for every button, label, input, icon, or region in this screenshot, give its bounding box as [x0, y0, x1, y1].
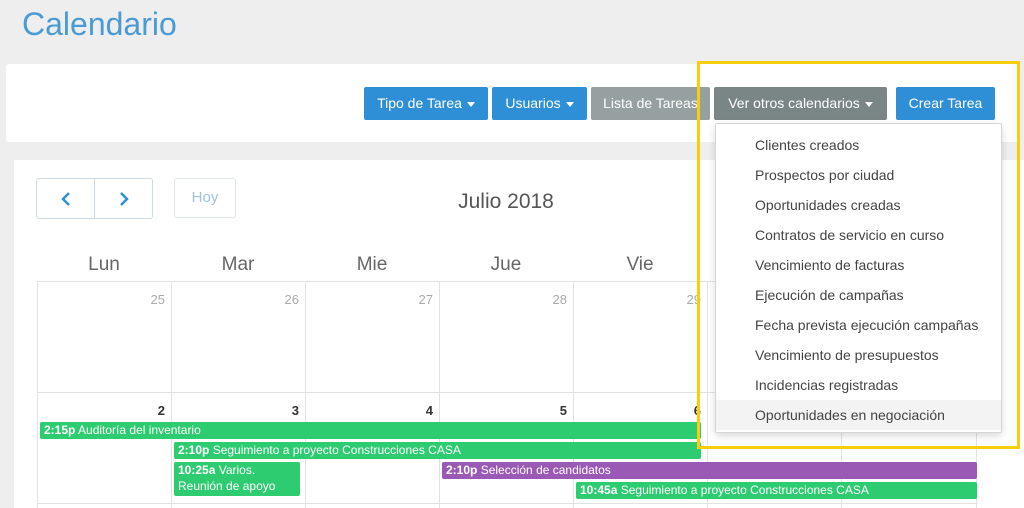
task-type-label: Tipo de Tarea	[377, 95, 462, 111]
day-number[interactable]: 2	[135, 403, 165, 418]
menu-item-fecha-prevista-campanas[interactable]: Fecha prevista ejecución campañas	[716, 310, 1001, 340]
users-label: Usuarios	[505, 95, 561, 111]
day-number[interactable]: 4	[403, 403, 433, 418]
menu-item-incidencias[interactable]: Incidencias registradas	[716, 370, 1001, 400]
day-number[interactable]: 25	[135, 292, 165, 307]
menu-item-ejecucion-campanas[interactable]: Ejecución de campañas	[716, 280, 1001, 310]
menu-item-prospectos-ciudad[interactable]: Prospectos por ciudad	[716, 160, 1001, 190]
day-number[interactable]: 5	[537, 403, 567, 418]
create-task-button[interactable]: Crear Tarea	[896, 87, 995, 120]
event-title: Varios.	[218, 463, 256, 477]
event-title-line2: Reunión de apoyo	[178, 479, 276, 493]
calendar-nav	[36, 178, 153, 219]
task-list-button[interactable]: Lista de Tareas	[591, 87, 710, 120]
event-time: 2:15p	[44, 423, 76, 437]
other-calendars-menu: Clientes creados Prospectos por ciudad O…	[715, 123, 1002, 433]
prev-month-button[interactable]	[37, 179, 94, 218]
day-number[interactable]: 29	[671, 292, 701, 307]
users-button[interactable]: Usuarios	[492, 87, 587, 120]
menu-item-clientes-creados[interactable]: Clientes creados	[716, 130, 1001, 160]
day-number[interactable]: 26	[269, 292, 299, 307]
event-title: Seguimiento a proyecto Construcciones CA…	[620, 483, 869, 497]
menu-item-oportunidades-negociacion[interactable]: Oportunidades en negociación	[716, 400, 1001, 430]
chevron-right-icon	[119, 191, 129, 206]
weekday-header: Vie	[626, 254, 654, 275]
menu-item-vencimiento-presupuestos[interactable]: Vencimiento de presupuestos	[716, 340, 1001, 370]
create-task-label: Crear Tarea	[908, 95, 983, 111]
day-number[interactable]: 3	[269, 403, 299, 418]
menu-item-contratos-servicio[interactable]: Contratos de servicio en curso	[716, 220, 1001, 250]
calendar-event[interactable]: 2:10p Selección de candidatos	[442, 462, 977, 479]
event-title: Auditoría del inventario	[78, 423, 201, 437]
weekday-header: Mar	[221, 254, 255, 275]
next-month-button[interactable]	[94, 179, 152, 218]
weekday-header: Mie	[356, 254, 388, 275]
grid-line	[305, 282, 306, 508]
grid-line	[171, 282, 172, 508]
page-title: Calendario	[22, 6, 177, 42]
event-time: 10:25a	[178, 463, 216, 477]
grid-line	[38, 503, 978, 504]
event-title: Selección de candidatos	[480, 463, 611, 477]
day-number[interactable]: 6	[671, 403, 701, 418]
grid-line	[439, 282, 440, 508]
other-calendars-button[interactable]: Ver otros calendarios	[714, 87, 887, 120]
event-time: 2:10p	[446, 463, 478, 477]
menu-item-oportunidades-creadas[interactable]: Oportunidades creadas	[716, 190, 1001, 220]
menu-item-vencimiento-facturas[interactable]: Vencimiento de facturas	[716, 250, 1001, 280]
chevron-left-icon	[60, 191, 70, 206]
weekday-header: Lun	[88, 254, 120, 275]
day-number[interactable]: 28	[537, 292, 567, 307]
event-time: 10:45a	[580, 483, 618, 497]
calendar-event[interactable]: 10:25a Varios. Reunión de apoyo	[174, 462, 300, 496]
day-number[interactable]: 27	[403, 292, 433, 307]
calendar-event[interactable]: 10:45a Seguimiento a proyecto Construcci…	[576, 482, 977, 499]
caret-down-icon	[565, 101, 574, 107]
event-time: 2:10p	[178, 443, 210, 457]
calendar-event[interactable]: 2:15p Auditoría del inventario	[40, 422, 701, 439]
calendar-event[interactable]: 2:10p Seguimiento a proyecto Construccio…	[174, 442, 701, 459]
other-calendars-label: Ver otros calendarios	[728, 95, 860, 111]
weekday-header: Jue	[490, 254, 522, 275]
task-list-label: Lista de Tareas	[603, 95, 698, 111]
event-title: Seguimiento a proyecto Construcciones CA…	[212, 443, 461, 457]
today-button[interactable]: Hoy	[174, 178, 236, 218]
caret-down-icon	[466, 101, 475, 107]
caret-down-icon	[864, 101, 873, 107]
month-title: Julio 2018	[458, 190, 554, 213]
task-type-button[interactable]: Tipo de Tarea	[364, 87, 488, 120]
